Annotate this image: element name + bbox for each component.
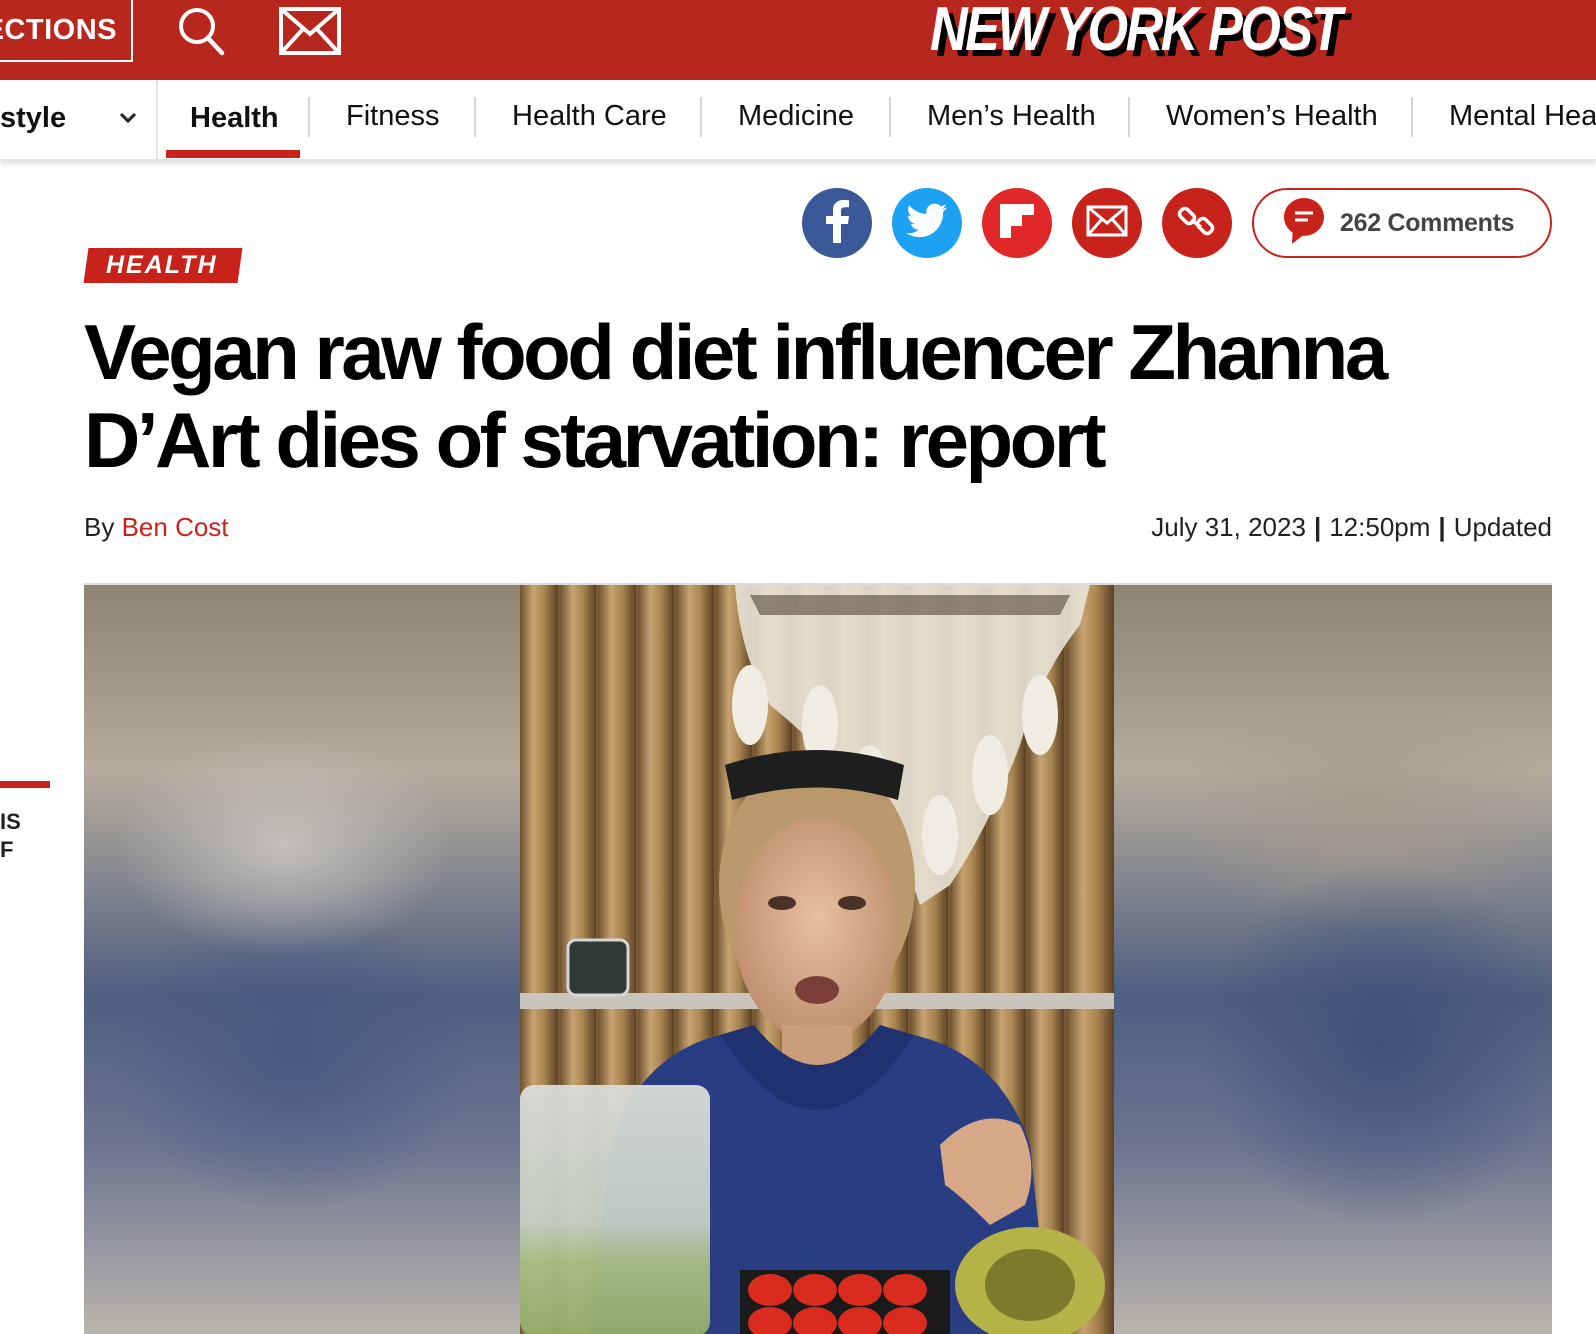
section-tag-label: HEALTH bbox=[106, 251, 218, 279]
divider bbox=[308, 97, 310, 137]
byline-prefix: By bbox=[84, 512, 115, 542]
separator: | bbox=[1438, 512, 1446, 542]
dateline: July 31, 2023 | 12:50pm | Updated bbox=[1151, 512, 1552, 543]
copy-link-button[interactable] bbox=[1162, 188, 1232, 258]
active-tab-indicator bbox=[166, 150, 300, 158]
sidebar-teaser[interactable]: IS F bbox=[0, 808, 21, 864]
nav-item-health-care[interactable]: Health Care bbox=[512, 100, 667, 133]
health-subnav: style Health Fitness Health Care Medicin… bbox=[0, 80, 1596, 160]
link-icon bbox=[1175, 199, 1219, 248]
sections-label: ECTIONS bbox=[0, 13, 117, 46]
new-york-post-logo[interactable]: NEW YORK POST NEW YORK POST bbox=[930, 0, 1360, 70]
nav-item-mens-health[interactable]: Men’s Health bbox=[927, 100, 1096, 133]
divider bbox=[1411, 97, 1413, 137]
sidebar-teaser-line: F bbox=[0, 837, 14, 862]
facebook-icon bbox=[822, 199, 852, 248]
sidebar-accent-bar bbox=[0, 781, 50, 788]
facebook-share-button[interactable] bbox=[802, 188, 872, 258]
search-icon[interactable] bbox=[176, 4, 228, 65]
divider bbox=[1128, 97, 1130, 137]
chevron-down-icon[interactable] bbox=[118, 110, 138, 131]
twitter-icon bbox=[906, 203, 948, 244]
byline: By Ben Cost bbox=[84, 512, 229, 543]
article-headline: Vegan raw food diet influencer Zhanna D’… bbox=[84, 308, 1388, 484]
section-tag[interactable]: HEALTH bbox=[83, 248, 242, 283]
updated-label: Updated bbox=[1453, 512, 1552, 542]
hero-image[interactable] bbox=[84, 583, 1552, 1334]
flipboard-share-button[interactable] bbox=[982, 188, 1052, 258]
svg-text:NEW YORK POST: NEW YORK POST bbox=[930, 0, 1347, 64]
nav-item-mental-health[interactable]: Mental Hea bbox=[1449, 100, 1596, 133]
flipboard-icon bbox=[998, 202, 1036, 245]
email-icon[interactable] bbox=[278, 6, 342, 61]
video-still-photo bbox=[520, 585, 1114, 1334]
comments-count-label: 262 Comments bbox=[1340, 208, 1515, 237]
twitter-share-button[interactable] bbox=[892, 188, 962, 258]
sections-menu-button[interactable]: ECTIONS bbox=[0, 0, 133, 62]
email-share-button[interactable] bbox=[1072, 188, 1142, 258]
publish-time: 12:50pm bbox=[1329, 512, 1431, 542]
separator: | bbox=[1313, 512, 1322, 542]
comment-bubble-icon bbox=[1282, 196, 1326, 251]
publish-date: July 31, 2023 bbox=[1151, 512, 1306, 542]
email-icon bbox=[1086, 205, 1128, 242]
divider bbox=[156, 80, 158, 160]
site-header: ECTIONS NEW YORK POST NEW YORK POST bbox=[0, 0, 1596, 80]
nav-item-fitness[interactable]: Fitness bbox=[346, 100, 439, 133]
sidebar-teaser-line: IS bbox=[0, 809, 21, 834]
author-link[interactable]: Ben Cost bbox=[122, 512, 229, 542]
divider bbox=[700, 97, 702, 137]
nav-item-health[interactable]: Health bbox=[190, 102, 279, 135]
comments-button[interactable]: 262 Comments bbox=[1252, 188, 1552, 258]
parent-section-link[interactable]: style bbox=[0, 102, 66, 135]
divider bbox=[474, 97, 476, 137]
divider bbox=[889, 97, 891, 137]
nav-item-medicine[interactable]: Medicine bbox=[738, 100, 854, 133]
nav-item-womens-health[interactable]: Women’s Health bbox=[1166, 100, 1378, 133]
